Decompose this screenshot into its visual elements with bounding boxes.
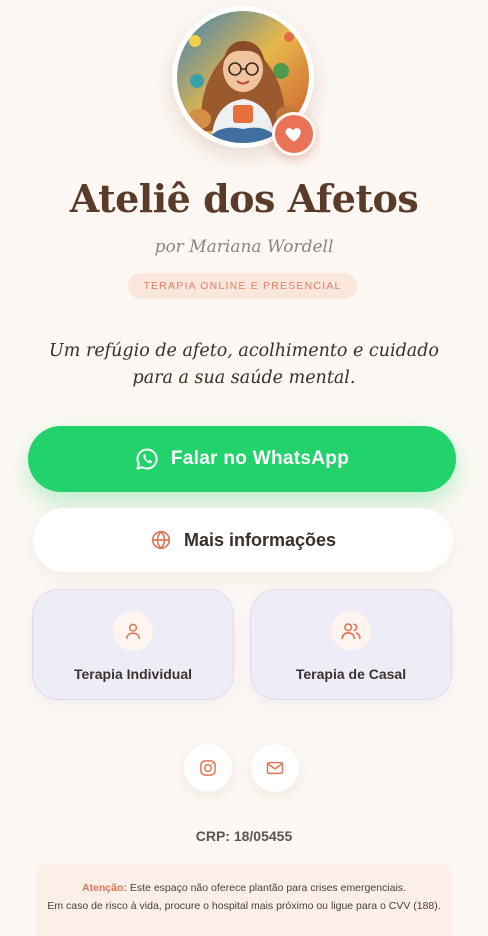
mail-icon [266,761,284,775]
instagram-link[interactable] [184,744,232,792]
notice-attention-label: Atenção: [82,882,127,894]
notice-line-1: Atenção: Este espaço não oferece plantão… [36,880,452,898]
notice-text-2: Em caso de risco à vida, procure o hospi… [47,899,441,912]
service-card-individual[interactable]: Terapia Individual [32,589,234,700]
whatsapp-button[interactable]: Falar no WhatsApp [28,426,456,492]
page-title: Ateliê dos Afetos [69,176,419,221]
whatsapp-icon [136,448,158,470]
user-icon [126,623,140,640]
more-info-button[interactable]: Mais informações [33,508,453,572]
card-icon-circle [331,611,371,651]
instagram-icon [200,760,216,776]
notice-text-1: Este espaço não oferece plantão para cri… [126,882,406,894]
heart-badge [272,112,316,156]
avatar-container [172,6,316,156]
whatsapp-button-label: Falar no WhatsApp [170,448,350,469]
emergency-notice: Atenção: Este espaço não oferece plantão… [36,864,452,936]
email-link[interactable] [251,744,299,792]
users-icon [341,623,361,640]
service-card-label: Terapia de Casal [295,666,407,682]
heart-icon [285,128,301,142]
author-byline: por Mariana Wordell [154,237,334,257]
service-card-couple[interactable]: Terapia de Casal [250,589,452,700]
card-icon-circle [113,611,153,651]
globe-icon [151,530,171,550]
service-card-label: Terapia Individual [74,666,192,682]
link-page: Ateliê dos Afetos por Mariana Wordell TE… [0,0,488,936]
tagline: Um refúgio de afeto, acolhimento e cuida… [49,341,439,388]
more-info-button-label: Mais informações [183,529,337,550]
service-mode-badge: TERAPIA ONLINE E PRESENCIAL [128,273,357,299]
crp-registration: CRP: 18/05455 [195,828,293,844]
